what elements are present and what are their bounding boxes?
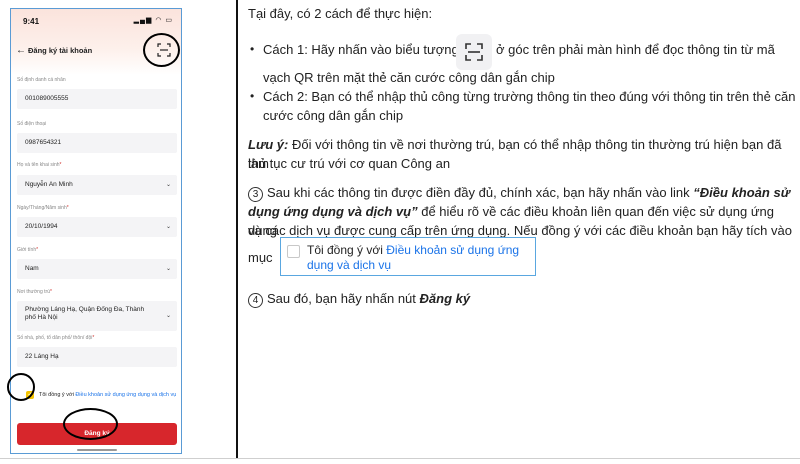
step4-button-name: Đăng ký	[419, 291, 471, 306]
field-label-dob: Ngày/Tháng/Năm sinh*	[17, 205, 69, 211]
full-name-label-text: Họ và tên khai sinh	[17, 162, 60, 168]
instructions-panel: Tại đây, có 2 cách để thực hiện: • Cách …	[238, 0, 800, 458]
intro-text: Tại đây, có 2 cách để thực hiện:	[248, 6, 433, 21]
step3-link-a: “Điều khoản sử	[693, 185, 790, 200]
terms-link[interactable]: Điều khoản sử dụng ứng dụng và dịch vụ	[75, 392, 176, 398]
dob-input[interactable]: 20/10/1994 ⌄	[17, 217, 177, 237]
chevron-down-icon: ⌄	[165, 313, 171, 319]
field-label-gender: Giới tính*	[17, 247, 38, 253]
step4-line: 4 Sau đó, bạn hãy nhấn nút Đăng ký	[248, 289, 470, 308]
chevron-down-icon: ⌄	[165, 266, 171, 272]
method2-text-a: Cách 2: Bạn có thể nhập thủ công từng tr…	[263, 89, 796, 104]
highlight-circle-scan	[143, 33, 180, 67]
bullet-icon: •	[250, 42, 255, 56]
back-arrow-icon[interactable]: ←	[16, 45, 26, 56]
qr-scan-inline-icon	[456, 34, 492, 70]
step3-line-a: 3 Sau khi các thông tin được điền đầy đủ,…	[248, 183, 790, 202]
home-indicator	[77, 449, 117, 451]
residence-label-text: Nơi thường trú	[17, 289, 50, 295]
id-number-value: 001089005555	[25, 95, 69, 102]
step3-text-a: Sau khi các thông tin được điền đầy đủ, …	[267, 185, 694, 200]
chevron-down-icon: ⌄	[165, 182, 171, 188]
step3-number: 3	[248, 187, 263, 202]
method1-text-a: Cách 1: Hãy nhấn vào biểu tượng	[263, 42, 459, 57]
agree-text: Tôi đồng ý với Điều khoản sử dụng ứng dụ…	[39, 391, 181, 399]
gender-label-text: Giới tính	[17, 247, 37, 253]
method1-text-b: ở góc trên phải màn hình để đọc thông ti…	[496, 42, 775, 57]
page-title: Đăng ký tài khoản	[28, 46, 93, 55]
field-label-full-name: Họ và tên khai sinh*	[17, 162, 61, 168]
step4-number: 4	[248, 293, 263, 308]
required-mark: *	[59, 162, 62, 168]
address-label-text: Số nhà, phố, tổ dân phố/ thôn/ đội	[17, 335, 93, 341]
chevron-down-icon: ⌄	[165, 224, 171, 230]
full-name-input[interactable]: Nguyễn An Minh ⌄	[17, 175, 177, 195]
field-label-address: Số nhà, phố, tổ dân phố/ thôn/ đội*	[17, 335, 94, 341]
full-name-value: Nguyễn An Minh	[25, 181, 73, 188]
consent-prefix: Tôi đồng ý với	[307, 243, 387, 257]
gender-select[interactable]: Nam ⌄	[17, 259, 177, 279]
id-number-input[interactable]: 001089005555	[17, 89, 177, 109]
required-mark: *	[92, 335, 95, 341]
consent-checkbox	[287, 245, 300, 258]
signal-wifi-battery-icon: ▂▄▆ ◠ ▭	[133, 17, 173, 24]
required-mark: *	[49, 289, 52, 295]
phone-input[interactable]: 0987654321	[17, 133, 177, 153]
phone-screenshot-panel: 9:41 ▂▄▆ ◠ ▭ ← Đăng ký tài khoản Số định…	[0, 0, 236, 464]
highlight-circle-register	[63, 408, 118, 440]
residence-select[interactable]: Phường Láng Hạ, Quận Đống Đa, Thành phố …	[17, 301, 177, 331]
required-mark: *	[36, 247, 39, 253]
field-label-id-number: Số định danh cá nhân	[17, 77, 66, 83]
agree-prefix: Tôi đồng ý với	[39, 392, 76, 398]
field-label-phone: Số điện thoại	[17, 121, 47, 127]
gender-value: Nam	[25, 265, 39, 272]
address-input[interactable]: 22 Láng Hạ	[17, 347, 177, 367]
consent-example-box: Tôi đồng ý với Điều khoản sử dụng ứng dụ…	[280, 237, 536, 276]
step3-link-b: dụng ứng dụng và dịch vụ”	[248, 204, 418, 219]
step3-text-d: mục	[248, 250, 273, 265]
residence-value: Phường Láng Hạ, Quận Đống Đa, Thành phố …	[25, 306, 145, 321]
consent-text: Tôi đồng ý với Điều khoản sử dụng ứng dụ…	[307, 243, 535, 273]
phone-frame: 9:41 ▂▄▆ ◠ ▭ ← Đăng ký tài khoản Số định…	[10, 8, 182, 454]
required-mark: *	[66, 205, 69, 211]
method2-text-b: cước công dân gắn chip	[263, 108, 404, 123]
dob-value: 20/10/1994	[25, 223, 58, 230]
dob-label-text: Ngày/Tháng/Năm sinh	[17, 205, 67, 211]
note-text-b: thủ tục cư trú với cơ quan Công an	[248, 156, 451, 171]
highlight-circle-checkbox	[7, 373, 35, 401]
bottom-edge	[0, 458, 800, 464]
status-time: 9:41	[23, 17, 40, 26]
method1-text-c: vạch QR trên mặt thẻ căn cước công dân g…	[263, 70, 555, 85]
qr-scan-icon	[465, 43, 483, 61]
bullet-icon: •	[250, 89, 255, 103]
step4-text-a: Sau đó, bạn hãy nhấn nút	[267, 291, 420, 306]
note-label: Lưu ý:	[248, 137, 289, 152]
field-label-residence: Nơi thường trú*	[17, 289, 52, 295]
address-value: 22 Láng Hạ	[25, 353, 59, 360]
phone-value: 0987654321	[25, 139, 62, 146]
